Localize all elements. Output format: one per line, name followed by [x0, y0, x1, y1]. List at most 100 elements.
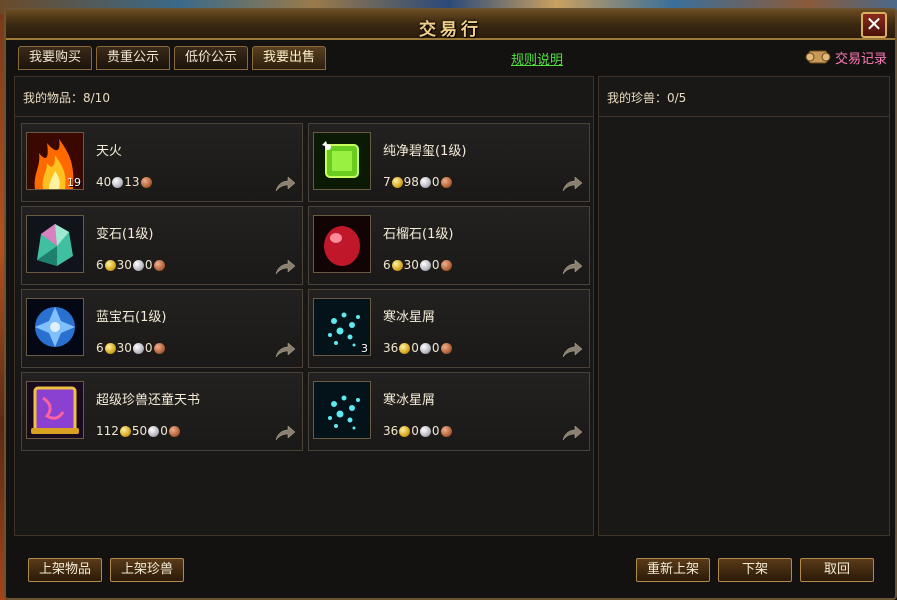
- item-price: 6 30 0: [96, 258, 166, 272]
- gold-coin-icon: [399, 425, 411, 437]
- price-value-silver: 30: [403, 258, 419, 272]
- price-value-silver: 50: [131, 424, 148, 438]
- item-price: 112 50 0: [96, 424, 181, 438]
- scroll-book-icon[interactable]: [26, 381, 84, 439]
- tab-sell[interactable]: 我要出售: [252, 46, 327, 70]
- rules-link[interactable]: 规则说明: [511, 49, 563, 68]
- price-value-silver: 40: [96, 175, 112, 189]
- tab-valuable-notice[interactable]: 贵重公示: [96, 46, 171, 70]
- share-arrow-icon[interactable]: [561, 258, 583, 276]
- copper-coin-icon: [440, 259, 452, 271]
- item-name: 蓝宝石(1级): [96, 310, 167, 325]
- gold-coin-icon: [391, 259, 403, 271]
- my-items-count: 我的物品：8/10: [15, 77, 593, 117]
- tab-low-price-notice[interactable]: 低价公示: [174, 46, 249, 70]
- item-slot[interactable]: 超级珍兽还童天书 112 50 0: [21, 372, 303, 451]
- price-value-silver: 0: [411, 341, 419, 355]
- copper-coin-icon: [440, 425, 452, 437]
- item-slot[interactable]: 19 天火 40 13: [21, 123, 303, 202]
- ice-stardust-icon[interactable]: 3: [313, 298, 371, 356]
- item-name: 纯净碧玺(1级): [383, 144, 467, 159]
- silver-coin-icon: [148, 425, 160, 437]
- item-name: 超级珍兽还童天书: [96, 393, 201, 408]
- share-arrow-icon[interactable]: [274, 175, 296, 193]
- relist-button[interactable]: 重新上架: [636, 558, 710, 582]
- gold-coin-icon: [104, 342, 116, 354]
- window-title: 交易行: [419, 20, 482, 40]
- item-slot[interactable]: 变石(1级) 6 30 0: [21, 206, 303, 285]
- item-name: 天火: [96, 144, 123, 159]
- item-slot[interactable]: 石榴石(1级) 6 30 0: [308, 206, 590, 285]
- gold-coin-icon: [104, 259, 116, 271]
- share-arrow-icon[interactable]: [561, 341, 583, 359]
- price-value-gold: 7: [383, 175, 391, 189]
- item-name: 寒冰星屑: [383, 393, 436, 408]
- item-price: 6 30 0: [383, 258, 453, 272]
- silver-coin-icon: [419, 176, 431, 188]
- share-arrow-icon[interactable]: [561, 424, 583, 442]
- share-arrow-icon[interactable]: [274, 258, 296, 276]
- item-price: 6 30 0: [96, 341, 166, 355]
- delist-button[interactable]: 下架: [718, 558, 792, 582]
- green-gem-icon[interactable]: [313, 132, 371, 190]
- sapphire-icon[interactable]: [26, 298, 84, 356]
- gold-coin-icon: [119, 425, 131, 437]
- item-name: 石榴石(1级): [383, 227, 454, 242]
- item-stack-count: 19: [67, 176, 81, 189]
- price-value-silver: 0: [411, 424, 419, 438]
- item-name: 寒冰星屑: [383, 310, 436, 325]
- item-name: 变石(1级): [96, 227, 154, 242]
- silver-coin-icon: [419, 425, 431, 437]
- silver-coin-icon: [419, 342, 431, 354]
- fire-icon[interactable]: 19: [26, 132, 84, 190]
- item-slot[interactable]: 3 寒冰星屑 36 0 0: [308, 289, 590, 368]
- item-price: 40 13: [96, 175, 153, 189]
- silver-coin-icon: [419, 259, 431, 271]
- list-item-button[interactable]: 上架物品: [28, 558, 102, 582]
- price-value-copper: 0: [144, 341, 153, 355]
- price-value-silver: 30: [116, 258, 132, 272]
- my-pets-count: 我的珍兽：0/5: [599, 77, 889, 117]
- my-items-panel: 我的物品：8/10 19 天火 40 13 纯净碧玺(1级) 7 98 0 变石(1级) 6 30 0…: [14, 76, 594, 536]
- price-value-copper: 0: [431, 341, 440, 355]
- retrieve-button[interactable]: 取回: [800, 558, 874, 582]
- price-value-silver: 30: [116, 341, 132, 355]
- price-value-copper: 0: [144, 258, 153, 272]
- item-stack-count: 3: [361, 342, 368, 355]
- item-price: 36 0 0: [383, 424, 453, 438]
- copper-coin-icon: [153, 259, 165, 271]
- my-pets-panel: 我的珍兽：0/5: [598, 76, 890, 536]
- share-arrow-icon[interactable]: [274, 424, 296, 442]
- silver-coin-icon: [132, 342, 144, 354]
- item-slot[interactable]: 纯净碧玺(1级) 7 98 0: [308, 123, 590, 202]
- close-button[interactable]: ✕: [861, 12, 887, 38]
- item-slot[interactable]: 蓝宝石(1级) 6 30 0: [21, 289, 303, 368]
- price-value-copper: 0: [431, 258, 440, 272]
- gold-coin-icon: [399, 342, 411, 354]
- silver-coin-icon: [112, 176, 124, 188]
- price-value-gold: 6: [383, 258, 391, 272]
- price-value-copper: 13: [124, 175, 140, 189]
- price-value-silver: 98: [403, 175, 419, 189]
- price-value-copper: 0: [431, 424, 440, 438]
- title-bar[interactable]: 交易行 ✕: [6, 10, 895, 40]
- list-pet-button[interactable]: 上架珍兽: [110, 558, 184, 582]
- alexandrite-icon[interactable]: [26, 215, 84, 273]
- trade-record-button[interactable]: 交易记录: [805, 46, 887, 68]
- item-price: 36 0 0: [383, 341, 453, 355]
- item-slot[interactable]: 寒冰星屑 36 0 0: [308, 372, 590, 451]
- item-price: 7 98 0: [383, 175, 453, 189]
- garnet-icon[interactable]: [313, 215, 371, 273]
- trade-record-label: 交易记录: [834, 51, 887, 67]
- copper-coin-icon: [140, 176, 152, 188]
- trading-house-window: 交易行 ✕ 我要购买 贵重公示 低价公示 我要出售 规则说明 交易记录 我的物品…: [4, 8, 897, 600]
- tab-buy[interactable]: 我要购买: [18, 46, 93, 70]
- price-value-copper: 0: [160, 424, 168, 438]
- ice-stardust-icon[interactable]: [313, 381, 371, 439]
- copper-coin-icon: [440, 176, 452, 188]
- silver-coin-icon: [132, 259, 144, 271]
- share-arrow-icon[interactable]: [274, 341, 296, 359]
- copper-coin-icon: [168, 425, 180, 437]
- share-arrow-icon[interactable]: [561, 175, 583, 193]
- gold-coin-icon: [391, 176, 403, 188]
